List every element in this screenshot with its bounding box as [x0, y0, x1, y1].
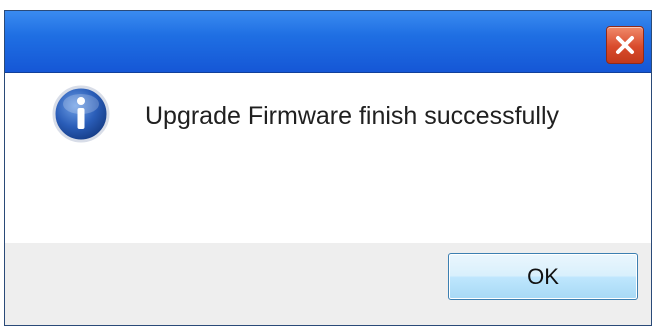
ok-button[interactable]: OK — [448, 253, 638, 300]
button-bar: OK — [5, 243, 651, 325]
close-icon — [616, 36, 634, 54]
dialog-message: Upgrade Firmware finish successfully — [145, 102, 560, 130]
info-icon — [52, 85, 110, 143]
close-button[interactable] — [606, 26, 644, 64]
title-bar[interactable] — [5, 11, 651, 73]
message-dialog: Upgrade Firmware finish successfully OK — [4, 10, 652, 326]
